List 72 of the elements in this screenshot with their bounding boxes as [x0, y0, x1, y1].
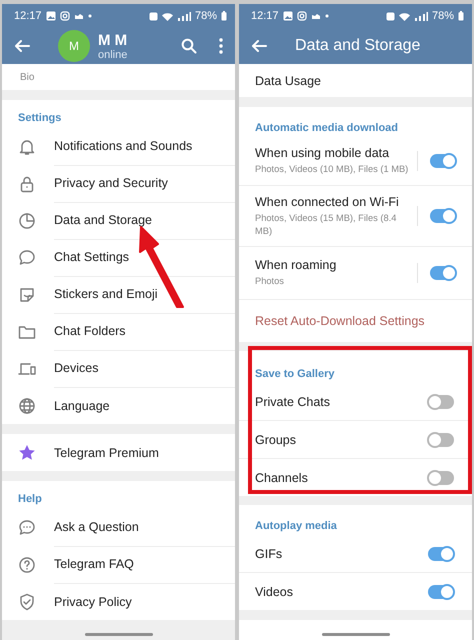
section-title: Help	[17, 492, 43, 507]
search-icon[interactable]	[181, 38, 197, 54]
back-arrow-icon[interactable]	[251, 38, 267, 54]
toggle-switch[interactable]	[428, 432, 454, 446]
reset-link[interactable]: Reset Auto-Download Settings	[239, 300, 472, 342]
settings-item[interactable]: Devices	[2, 350, 235, 387]
camera-icon	[60, 11, 70, 21]
section-title: Save to Gallery	[254, 367, 336, 382]
more-options-icon[interactable]	[219, 38, 223, 54]
toggle-switch[interactable]	[428, 470, 454, 484]
status-time: 12:17	[251, 10, 279, 22]
setting-label: Groups	[255, 432, 297, 446]
settings-item[interactable]: Language	[2, 387, 235, 424]
setting-label: When using mobile data	[255, 146, 390, 160]
toggle-switch[interactable]	[430, 209, 456, 223]
back-arrow-icon[interactable]	[14, 38, 30, 54]
wifi-icon	[398, 12, 410, 20]
home-indicator	[85, 633, 153, 636]
section-title: Settings	[17, 111, 62, 126]
status-time: 12:17	[14, 10, 42, 22]
cloud-icon	[310, 12, 321, 20]
toggle-switch[interactable]	[430, 154, 456, 168]
alarm-icon	[148, 12, 158, 20]
setting-detail: Photos	[255, 275, 285, 288]
wifi-icon	[162, 12, 173, 20]
chat-dots-icon	[17, 518, 37, 538]
toggle-switch[interactable]	[428, 584, 454, 598]
star-icon	[17, 442, 37, 462]
settings-item[interactable]: Chat Folders	[2, 313, 235, 350]
setting-detail: Photos, Videos (10 MB), Files (1 MB)	[255, 163, 410, 176]
settings-item[interactable]: Telegram Premium	[2, 434, 235, 471]
battery-icon	[458, 11, 464, 21]
setting-label: Videos	[255, 584, 294, 598]
battery-level: 78%	[432, 10, 454, 22]
globe-icon	[17, 396, 37, 416]
settings-item[interactable]: Notifications and Sounds	[2, 128, 235, 165]
setting-detail: Photos, Videos (15 MB), Files (8.4 MB)	[255, 212, 398, 238]
pie-chart-icon	[17, 210, 37, 230]
section-title: Automatic media download	[254, 121, 400, 136]
contact-name: M M	[98, 32, 128, 48]
settings-item[interactable]: Privacy Policy	[2, 583, 235, 620]
avatar: M	[58, 30, 90, 62]
toggle-switch[interactable]	[428, 394, 454, 408]
screen-title: Data and Storage	[295, 37, 420, 55]
setting-label: When connected on Wi-Fi	[255, 194, 400, 208]
battery-icon	[221, 11, 227, 21]
signal-icon	[414, 12, 428, 20]
settings-item[interactable]: Privacy and Security	[2, 165, 235, 202]
image-icon	[282, 11, 293, 21]
settings-item[interactable]: Data Usage	[239, 64, 472, 97]
toggle-switch[interactable]	[428, 546, 454, 560]
setting-label: Private Chats	[255, 394, 332, 408]
camera-icon	[296, 11, 307, 21]
dot-icon	[88, 14, 92, 18]
setting-label: GIFs	[255, 546, 284, 560]
online-status: online	[98, 48, 128, 60]
bio-label: Bio	[19, 70, 36, 84]
image-icon	[46, 11, 56, 21]
settings-item[interactable]: Ask a Question	[2, 509, 235, 546]
section-title: Autoplay media	[254, 519, 338, 534]
toggle-switch[interactable]	[430, 266, 456, 280]
question-icon	[17, 554, 37, 574]
alarm-icon	[386, 12, 395, 20]
setting-label: When roaming	[255, 258, 338, 272]
speech-bubble-icon	[17, 248, 37, 268]
dot-icon	[324, 14, 329, 18]
setting-label: Channels	[255, 470, 309, 484]
home-indicator	[322, 633, 390, 636]
cloud-icon	[74, 12, 84, 20]
settings-item[interactable]: Telegram FAQ	[2, 546, 235, 583]
battery-level: 78%	[194, 10, 217, 22]
signal-icon	[176, 12, 191, 20]
